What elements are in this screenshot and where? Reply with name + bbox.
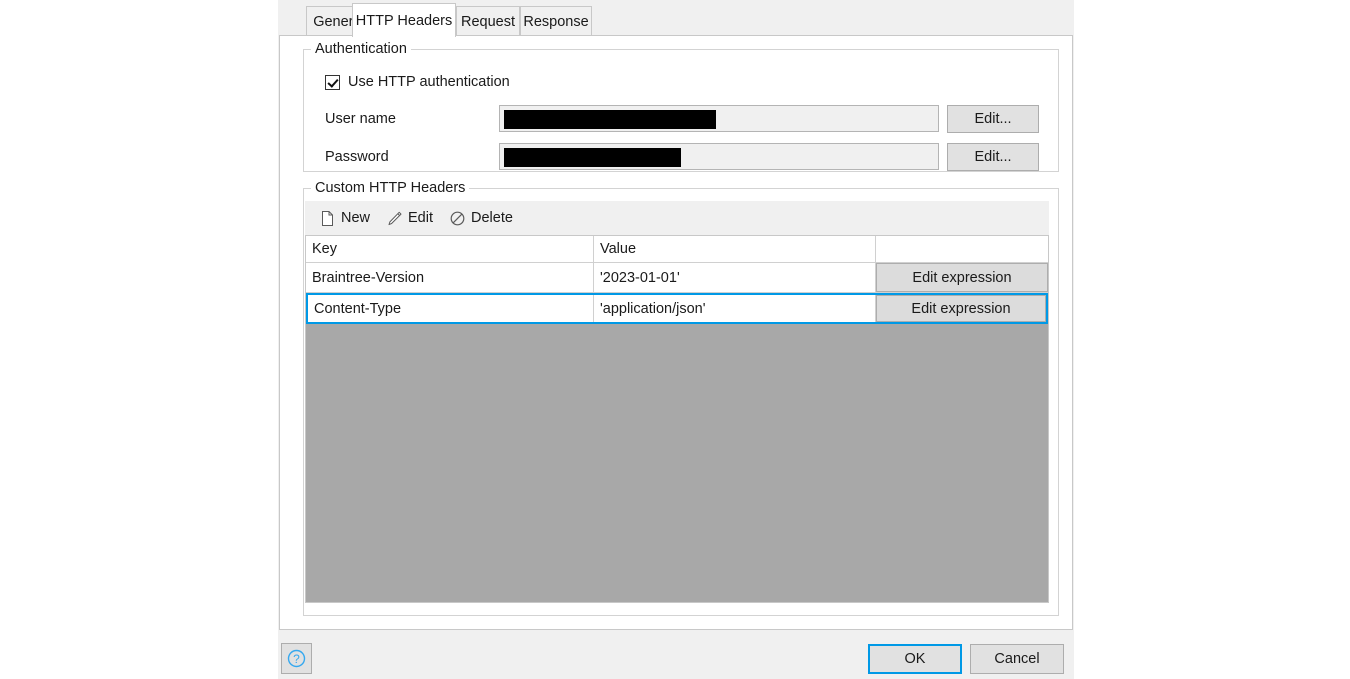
delete-header-button-label: Delete [471,210,513,226]
edit-expression-button-label: Edit expression [911,301,1010,317]
help-circle-icon: ? [286,648,307,669]
password-edit-button-label: Edit... [975,149,1012,165]
pencil-icon [386,210,403,227]
headers-toolbar: New Edit Delete [305,201,1049,235]
tab-strip: General HTTP Headers Request Response [278,0,1074,36]
table-row[interactable]: Content-Type 'application/json' Edit exp… [306,293,1048,324]
edit-header-button[interactable]: Edit [380,208,439,229]
password-row: Password Edit... [325,143,1039,170]
password-label: Password [325,149,499,165]
username-label: User name [325,111,499,127]
http-request-properties-dialog: General HTTP Headers Request Response Au… [278,0,1074,679]
edit-expression-button[interactable]: Edit expression [876,295,1046,322]
use-http-authentication-label: Use HTTP authentication [348,74,510,90]
custom-headers-table: Key Value Braintree-Version '2023-01-01'… [305,235,1049,603]
edit-expression-button-label: Edit expression [912,270,1011,286]
username-redaction-bar [504,110,716,129]
password-redaction-bar [504,148,681,167]
tab-http-headers[interactable]: HTTP Headers [352,3,456,37]
cancel-button[interactable]: Cancel [970,644,1064,674]
ok-button[interactable]: OK [868,644,962,674]
ok-button-label: OK [905,651,926,667]
tab-panel-http-headers: Authentication Use HTTP authentication U… [279,35,1073,630]
password-edit-button[interactable]: Edit... [947,143,1039,171]
edit-expression-button[interactable]: Edit expression [876,263,1048,292]
table-header-row: Key Value [306,236,1048,263]
new-header-button[interactable]: New [313,208,376,229]
authentication-group: Authentication Use HTTP authentication U… [303,49,1059,172]
tab-response[interactable]: Response [520,6,592,36]
edit-header-button-label: Edit [408,210,433,226]
row-action-cell: Edit expression [876,263,1048,292]
svg-text:?: ? [293,652,300,666]
column-header-action[interactable] [876,236,1048,262]
column-header-key[interactable]: Key [306,236,594,262]
password-input[interactable] [499,143,939,170]
username-edit-button-label: Edit... [975,111,1012,127]
no-entry-icon [449,210,466,227]
row-value: '2023-01-01' [594,263,876,292]
table-row[interactable]: Braintree-Version '2023-01-01' Edit expr… [306,263,1048,293]
help-button[interactable]: ? [281,643,312,674]
row-value: 'application/json' [594,295,876,322]
row-key: Content-Type [308,295,594,322]
custom-http-headers-group-title: Custom HTTP Headers [311,180,469,196]
new-document-icon [319,210,336,227]
row-key: Braintree-Version [306,263,594,292]
tab-request-label: Request [461,14,515,30]
column-header-value[interactable]: Value [594,236,876,262]
tab-response-label: Response [523,14,588,30]
username-edit-button[interactable]: Edit... [947,105,1039,133]
new-header-button-label: New [341,210,370,226]
delete-header-button[interactable]: Delete [443,208,519,229]
username-row: User name Edit... [325,105,1039,132]
authentication-group-title: Authentication [311,41,411,57]
dialog-footer: ? OK Cancel [278,630,1074,679]
tab-http-headers-label: HTTP Headers [356,13,452,29]
use-http-authentication-checkbox[interactable]: Use HTTP authentication [325,74,510,90]
tab-request[interactable]: Request [456,6,520,36]
cancel-button-label: Cancel [994,651,1039,667]
row-action-cell: Edit expression [876,295,1046,322]
username-input[interactable] [499,105,939,132]
checkbox-box [325,75,340,90]
custom-http-headers-group: Custom HTTP Headers New Edit [303,188,1059,616]
